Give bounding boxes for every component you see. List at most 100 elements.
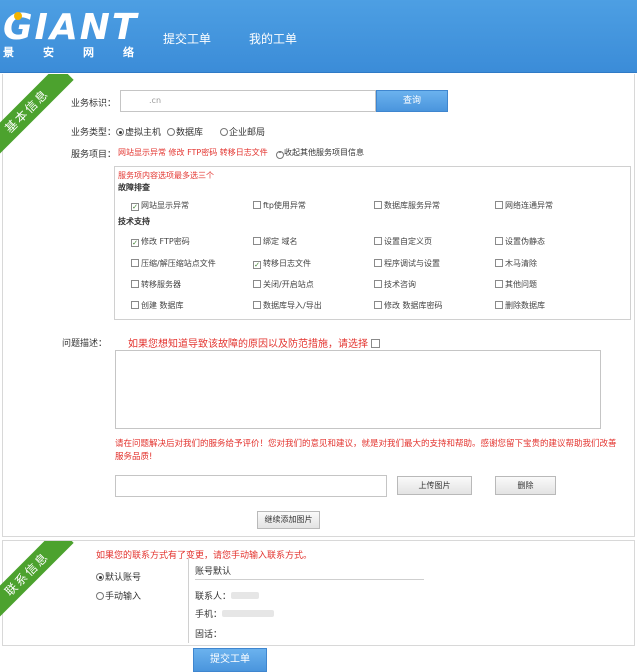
service-option-label: 转移日志文件: [263, 259, 311, 268]
radio-icon: [96, 573, 104, 581]
service-collapse-toggle[interactable]: ⌃收起其他服务项目信息: [276, 147, 364, 159]
biz-id-label: 业务标识：: [71, 99, 117, 109]
contact-divider: [188, 558, 189, 643]
service-option-label: 删除数据库: [505, 301, 545, 310]
logo-subtitle: 景安网络: [3, 46, 163, 59]
service-option[interactable]: 其他问题: [495, 279, 537, 290]
biz-id-input[interactable]: .cn: [120, 90, 376, 112]
service-option-label: 数据库导入/导出: [263, 301, 322, 310]
service-option[interactable]: 压缩/解压缩站点文件: [131, 258, 216, 269]
service-option[interactable]: 创建 数据库: [131, 300, 184, 311]
checkbox-icon: [374, 237, 382, 245]
contact-person-label: 联系人：: [195, 592, 232, 602]
service-option[interactable]: 设置自定义页: [374, 236, 432, 247]
service-option-label: 创建 数据库: [141, 301, 184, 310]
problem-textarea[interactable]: [115, 350, 601, 429]
service-option[interactable]: 数据库导入/导出: [253, 300, 322, 311]
radio-icon: [96, 592, 104, 600]
service-option-label: 程序调试与设置: [384, 259, 440, 268]
logo: GIANT: [3, 7, 139, 48]
contact-ribbon-wrap: 联系信息: [0, 541, 80, 621]
service-option-label: 转移服务器: [141, 280, 181, 289]
basic-info-ribbon: 基本信息: [0, 74, 74, 154]
logo-dot-icon: [14, 12, 22, 20]
service-option[interactable]: 数据库服务异常: [374, 200, 440, 211]
checkbox-icon: [374, 259, 382, 267]
contact-info-ribbon: 联系信息: [0, 541, 74, 621]
service-option[interactable]: 木马清除: [495, 258, 537, 269]
checkbox-icon: [131, 301, 139, 309]
checkbox-icon: [253, 237, 261, 245]
service-option[interactable]: 绑定 域名: [253, 236, 298, 247]
service-option-label: 网络连通异常: [505, 201, 553, 210]
checked-checkbox-icon: ✓: [131, 239, 139, 247]
nav-my-tickets[interactable]: 我的工单: [249, 30, 297, 47]
service-option[interactable]: 修改 数据库密码: [374, 300, 443, 311]
biz-type-virtual-host[interactable]: 虚拟主机: [116, 125, 161, 138]
radio-icon: [167, 128, 175, 136]
checkbox-icon: [495, 237, 503, 245]
checkbox-icon: [374, 301, 382, 309]
checkbox-icon: [495, 280, 503, 288]
group-fault-title: 故障排查: [118, 183, 150, 192]
checkbox-icon: [495, 201, 503, 209]
upload-path-input[interactable]: [115, 475, 387, 497]
problem-reason-checkbox[interactable]: [371, 339, 381, 348]
add-more-image-button[interactable]: 继续添加图片: [257, 511, 320, 529]
checkbox-icon: [374, 280, 382, 288]
feedback-note: 请在问题解决后对我们的服务给予评价！您对我们的意见和建议，就是对我们最大的支持和…: [115, 439, 617, 462]
checked-checkbox-icon: ✓: [253, 261, 261, 269]
service-label: 服务项目：: [71, 150, 117, 160]
phone-value-masked: [222, 610, 275, 617]
contact-person-value-masked: [231, 592, 260, 599]
upload-image-button[interactable]: 上传图片: [397, 476, 472, 495]
service-hint: 服务项内容选项最多选三个: [118, 171, 214, 180]
checkbox-icon: [374, 201, 382, 209]
service-option[interactable]: ftp使用异常: [253, 200, 306, 211]
ribbon-wrap: 基本信息: [0, 74, 80, 154]
nav-submit-ticket[interactable]: 提交工单: [163, 30, 211, 47]
service-option-label: 其他问题: [505, 280, 537, 289]
service-option[interactable]: 关闭/开启站点: [253, 279, 314, 290]
service-option-label: 关闭/开启站点: [263, 280, 314, 289]
delete-image-button[interactable]: 删除: [495, 476, 556, 495]
service-option-label: ftp使用异常: [263, 201, 306, 210]
service-option[interactable]: 网络连通异常: [495, 200, 553, 211]
problem-hint: 如果您想知道导致该故障的原因以及防范措施，请选择: [128, 335, 381, 350]
service-option[interactable]: ✓ 转移日志文件: [253, 258, 311, 269]
service-option[interactable]: 转移服务器: [131, 279, 181, 290]
biz-type-label-text: 企业邮局: [229, 128, 266, 138]
service-selected: 网站显示异常 修改 FTP密码 转移日志文件: [118, 148, 268, 157]
service-option-label: 数据库服务异常: [384, 201, 440, 210]
contact-option-default[interactable]: 默认账号: [96, 570, 141, 583]
radio-icon: [116, 128, 124, 136]
top-header: GIANT 景安网络 提交工单 我的工单: [0, 0, 637, 73]
checkbox-icon: [131, 280, 139, 288]
checkbox-icon: [495, 259, 503, 267]
phone-row: 手机：: [195, 607, 275, 620]
service-option[interactable]: ✓ 网站显示异常: [131, 200, 189, 211]
checked-checkbox-icon: ✓: [131, 203, 139, 211]
service-option[interactable]: 技术咨询: [374, 279, 416, 290]
service-option[interactable]: 设置伪静态: [495, 236, 545, 247]
service-option-label: 技术咨询: [384, 280, 416, 289]
service-option-label: 设置自定义页: [384, 237, 432, 246]
service-collapse-text: 收起其他服务项目信息: [284, 148, 364, 157]
contact-option-manual[interactable]: 手动输入: [96, 589, 141, 602]
problem-hint-text: 如果您想知道导致该故障的原因以及防范措施，请选择: [128, 339, 368, 350]
submit-ticket-button[interactable]: 提交工单: [193, 648, 267, 672]
service-option[interactable]: 删除数据库: [495, 300, 545, 311]
contact-note: 如果您的联系方式有了变更，请您手动输入联系方式。: [96, 551, 313, 561]
service-option-label: 修改 数据库密码: [384, 301, 443, 310]
service-option-label: 绑定 域名: [263, 237, 298, 246]
problem-label: 问题描述：: [62, 339, 108, 349]
service-option[interactable]: ✓ 修改 FTP密码: [131, 236, 190, 247]
biz-type-mail[interactable]: 企业邮局: [220, 125, 265, 138]
service-option-label: 设置伪静态: [505, 237, 545, 246]
query-button[interactable]: 查询: [376, 90, 448, 112]
service-option-label: 网站显示异常: [141, 201, 189, 210]
biz-type-database[interactable]: 数据库: [167, 125, 203, 138]
service-options-box: [114, 166, 631, 320]
account-default-label: 账号默认: [195, 567, 232, 577]
service-option[interactable]: 程序调试与设置: [374, 258, 440, 269]
